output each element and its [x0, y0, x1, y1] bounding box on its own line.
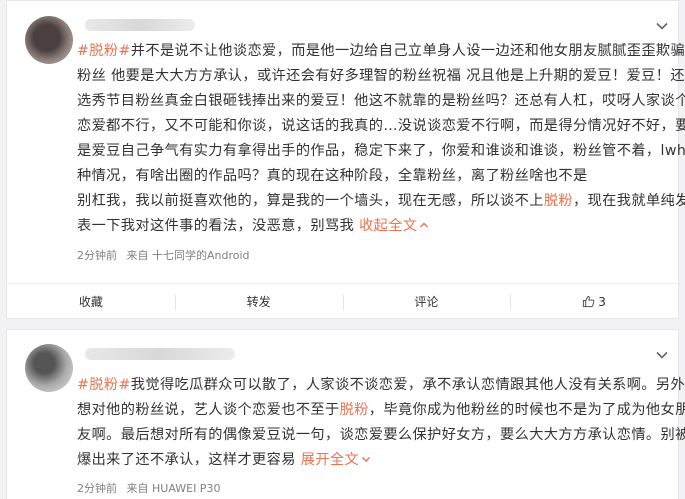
text-segment: ，毕竟你成为他粉丝的时候也不是为了成为他女朋: [368, 402, 685, 418]
text-segment: 是爱豆自己争气有实力有拿得出手的作品，稳定下来了，你爱和谁谈和谁谈，粉丝管不着，…: [77, 143, 685, 159]
thumbs-up-icon: [583, 295, 595, 307]
post-source[interactable]: 来自 HUAWEI P30: [127, 482, 221, 495]
expand-text-link[interactable]: 展开全文: [301, 452, 359, 468]
text-segment: 表一下我对这件事的看法，没恶意，别骂我: [77, 218, 360, 234]
avatar[interactable]: [25, 344, 73, 392]
text-segment: 选秀节目粉丝真金白银砸钱捧出来的爱豆！他这不就靠的是粉丝吗？还总有人杠，哎呀人家…: [77, 93, 685, 109]
text-segment: 想对他的粉丝说，艺人谈个恋爱也不至于: [77, 402, 340, 418]
chevron-down-icon[interactable]: [361, 454, 371, 464]
comment-button[interactable]: 评论: [342, 284, 511, 320]
like-button[interactable]: 3: [510, 284, 678, 320]
repost-button[interactable]: 转发: [174, 284, 343, 320]
text-segment: ，现在我就单纯发: [573, 193, 685, 209]
post-meta: 2分钟前 来自 HUAWEI P30: [77, 480, 220, 496]
post-text-line: 恋爱都不行，又不可能和你谈，说这话的我真的…没说谈恋爱不行啊，而是得分情况好不好…: [77, 114, 685, 139]
post-text-line: 想对他的粉丝说，艺人谈个恋爱也不至于脱粉，毕竟你成为他粉丝的时候也不是为了成为他…: [77, 398, 685, 423]
text-segment: 别杠我，我以前挺喜欢他的，算是我的一个墙头，现在无感，所以谈不上: [77, 193, 544, 209]
text-segment: 我觉得吃瓜群众可以散了，人家谈不谈恋爱，承不承认恋情跟其他人没有关系啊。另外: [130, 377, 685, 393]
post-text-line: #脱粉#并不是说不让他谈恋爱，而是他一边给自己立单身人设一边还和他女朋友腻腻歪歪…: [77, 39, 685, 64]
post-text-line: 粉丝 他要是大大方方承认，或许还会有好多理智的粉丝祝福 况且他是上升期的爱豆！爱…: [77, 64, 685, 89]
post-card: #脱粉#并不是说不让他谈恋爱，而是他一边给自己立单身人设一边还和他女朋友腻腻歪歪…: [6, 0, 685, 320]
post-text-line: 种情况，有啥出圈的作品吗？真的现在这种阶段，全靠粉丝，离了粉丝啥也不是: [77, 164, 668, 189]
post-card: #脱粉#我觉得吃瓜群众可以散了，人家谈不谈恋爱，承不承认恋情跟其他人没有关系啊。…: [6, 329, 685, 499]
post-text: #脱粉#并不是说不让他谈恋爱，而是他一边给自己立单身人设一边还和他女朋友腻腻歪歪…: [77, 39, 685, 239]
keyword-highlight: 脱粉: [339, 402, 369, 418]
post-text-line: #脱粉#我觉得吃瓜群众可以散了，人家谈不谈恋爱，承不承认恋情跟其他人没有关系啊。…: [77, 373, 685, 398]
chevron-up-icon[interactable]: [419, 220, 429, 230]
post-text-line: 是爱豆自己争气有实力有拿得出手的作品，稳定下来了，你爱和谁谈和谁谈，粉丝管不着，…: [77, 139, 685, 164]
favorite-button[interactable]: 收藏: [7, 284, 175, 320]
post-text-line: 友啊。最后想对所有的偶像爱豆说一句，谈恋爱要么保护好女方，要么大大方方承认恋情。…: [77, 423, 685, 448]
post-source[interactable]: 来自 十七同学的Android: [127, 249, 250, 262]
chevron-down-icon[interactable]: [654, 347, 670, 363]
keyword-highlight: 脱粉: [543, 193, 573, 209]
text-segment: 并不是说不让他谈恋爱，而是他一边给自己立单身人设一边还和他女朋友腻腻歪歪欺骗: [130, 43, 685, 59]
collapse-text-link[interactable]: 收起全文: [359, 218, 417, 234]
text-segment: 粉丝 他要是大大方方承认，或许还会有好多理智的粉丝祝福 况且他是上升期的爱豆！爱…: [77, 68, 685, 84]
avatar[interactable]: [25, 16, 73, 64]
post-text-line: 选秀节目粉丝真金白银砸钱捧出来的爱豆！他这不就靠的是粉丝吗？还总有人杠，哎呀人家…: [77, 89, 685, 114]
text-segment: 恋爱都不行，又不可能和你谈，说这话的我真的…没说谈恋爱不行啊，而是得分情况好不好…: [77, 118, 685, 134]
post-text-line: 爆出来了还不承认，这样才更容易 展开全文: [77, 448, 668, 473]
text-segment: 友啊。最后想对所有的偶像爱豆说一句，谈恋爱要么保护好女方，要么大大方方承认恋情。…: [77, 427, 685, 443]
hashtag-link[interactable]: #脱粉#: [77, 377, 131, 393]
like-count: 3: [598, 295, 606, 309]
text-segment: 爆出来了还不承认，这样才更容易: [77, 452, 301, 468]
post-time: 2分钟前: [77, 482, 117, 495]
text-segment: 种情况，有啥出圈的作品吗？真的现在这种阶段，全靠粉丝，离了粉丝啥也不是: [77, 168, 588, 184]
username-blurred[interactable]: [85, 348, 235, 360]
post-meta: 2分钟前 来自 十七同学的Android: [77, 247, 250, 263]
username-blurred[interactable]: [85, 19, 195, 31]
post-text-line: 表一下我对这件事的看法，没恶意，别骂我 收起全文: [77, 214, 668, 239]
hashtag-link[interactable]: #脱粉#: [77, 43, 131, 59]
post-text: #脱粉#我觉得吃瓜群众可以散了，人家谈不谈恋爱，承不承认恋情跟其他人没有关系啊。…: [77, 373, 685, 473]
post-time: 2分钟前: [77, 249, 117, 262]
post-text-line: 别杠我，我以前挺喜欢他的，算是我的一个墙头，现在无感，所以谈不上脱粉，现在我就单…: [77, 189, 685, 214]
chevron-down-icon[interactable]: [654, 18, 670, 34]
action-bar: 收藏 转发 评论 3: [7, 283, 678, 320]
